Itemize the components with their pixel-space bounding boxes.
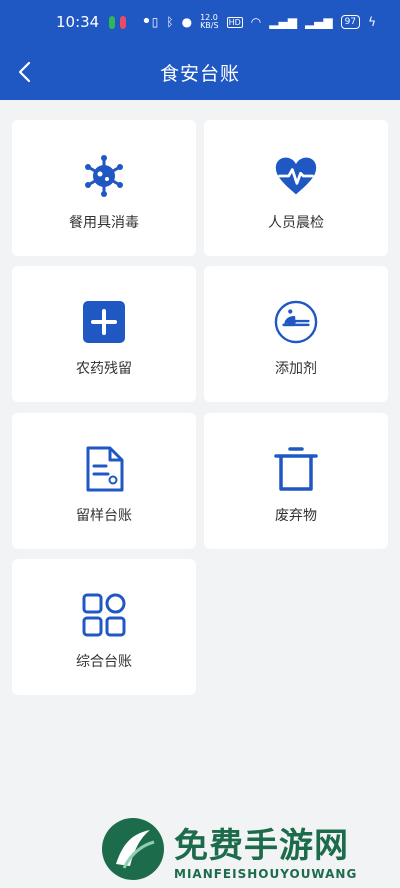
heart-pulse-icon (274, 154, 318, 198)
back-button[interactable] (8, 56, 40, 88)
card-label: 餐用具消毒 (69, 215, 139, 231)
card-staff-morning-check[interactable]: 人员晨检 (204, 120, 388, 256)
card-label: 废弃物 (275, 508, 317, 524)
vibrate-icon: ▯ (151, 15, 159, 29)
signal-icon-1: ▂▄▆ (269, 15, 297, 29)
network-speed: 12.0 KB/S (200, 14, 219, 30)
card-label: 添加剂 (275, 361, 317, 377)
plus-square-icon (82, 300, 126, 344)
card-label: 综合台账 (76, 654, 132, 670)
status-indicators: ▯ ᛒ ● 12.0 KB/S HD ◠ ▂▄▆ ▂▄▆ 97 ϟ (152, 14, 376, 30)
card-label: 农药残留 (76, 361, 132, 377)
app-header: 10:34 • ▯ ᛒ ● 12.0 KB/S HD ◠ ▂▄▆ ▂▄▆ 97 … (0, 0, 400, 100)
signal-icon-2: ▂▄▆ (304, 15, 333, 29)
card-tableware-disinfection[interactable]: 餐用具消毒 (12, 120, 196, 256)
hd-badge: HD (226, 16, 243, 28)
document-icon (82, 446, 126, 492)
status-time: 10:34 (56, 13, 100, 31)
card-waste[interactable]: 废弃物 (204, 413, 388, 549)
watermark: 免费手游网 MIANFEISHOUYOUWANG (100, 810, 400, 888)
battery-indicator: 97 (340, 15, 361, 29)
wechat-icon (109, 15, 116, 29)
more-notifications-icon: • (141, 11, 152, 32)
network-speed-unit: KB/S (200, 21, 219, 30)
card-label: 人员晨检 (268, 215, 324, 231)
card-comprehensive-ledger[interactable]: 综合台账 (12, 559, 196, 695)
location-icon: ● (181, 15, 193, 29)
card-label: 留样台账 (76, 508, 132, 524)
trash-icon (274, 447, 318, 491)
app-notification-icon (120, 15, 127, 29)
charging-icon: ϟ (368, 15, 376, 29)
card-sample-ledger[interactable]: 留样台账 (12, 413, 196, 549)
seasoning-spoon-icon (274, 300, 318, 344)
watermark-logo-icon (102, 818, 164, 880)
card-pesticide-residue[interactable]: 农药残留 (12, 266, 196, 402)
page-title: 食安台账 (159, 62, 240, 85)
chevron-left-icon (18, 61, 31, 83)
bluetooth-icon: ᛒ (166, 15, 174, 29)
grid-icon (82, 593, 126, 637)
wifi-icon: ◠ (250, 15, 262, 29)
watermark-subtitle: MIANFEISHOUYOUWANG (174, 866, 358, 881)
card-additives[interactable]: 添加剂 (204, 266, 388, 402)
navigation-bar: 食安台账 (0, 44, 400, 100)
status-bar: 10:34 • ▯ ᛒ ● 12.0 KB/S HD ◠ ▂▄▆ ▂▄▆ 97 … (0, 0, 400, 44)
watermark-title: 免费手游网 (174, 825, 349, 866)
virus-icon (82, 154, 126, 198)
